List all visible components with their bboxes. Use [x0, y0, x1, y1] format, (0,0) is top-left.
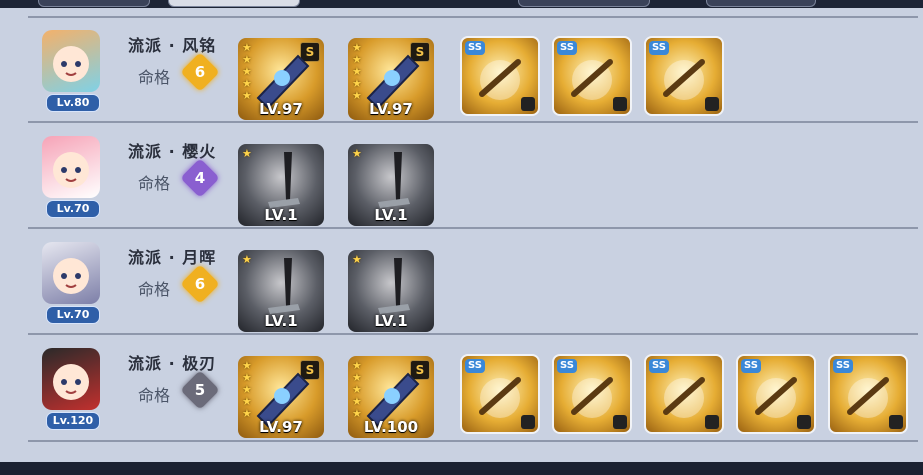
mingge-label: 命格 [138, 174, 171, 193]
face-icon [53, 46, 89, 82]
mingge-value: 5 [194, 381, 206, 399]
mingge-label: 命格 [138, 386, 171, 405]
equip-tag-icon [613, 415, 627, 429]
weapon-level: LV.1 [264, 312, 298, 330]
weapon-level: LV.1 [374, 206, 408, 224]
top-tab-2[interactable] [168, 0, 300, 7]
face-icon [53, 152, 89, 188]
top-tab-3[interactable] [518, 0, 650, 7]
weapon-slot[interactable]: ★ LV.1 [348, 144, 434, 226]
mingge-value: 6 [194, 275, 206, 293]
weapon-level: LV.97 [259, 418, 303, 436]
weapon-slot[interactable]: ★ ★ ★ ★ ★ S LV.97 [348, 38, 434, 120]
school-label: 流派 · 极刃 [128, 354, 217, 373]
weapon-level: LV.97 [259, 100, 303, 118]
character-level: Lv.70 [46, 200, 100, 218]
bottom-bar [0, 462, 923, 475]
ss-item-slot[interactable]: SS [460, 36, 540, 116]
character-level: Lv.120 [46, 412, 100, 430]
top-tab-4[interactable] [706, 0, 816, 7]
school-label: 流派 · 月晖 [128, 248, 217, 267]
equip-tag-icon [889, 415, 903, 429]
loadout-panel: Lv.80 流派 · 风铭 命格 6 ★ ★ ★ ★ ★ S LV.97 ★ ★ ★ ★ ★ S LV.97 SS S… [0, 8, 923, 462]
character-avatar[interactable] [42, 136, 100, 198]
weapon-level: LV.100 [363, 418, 419, 436]
character-row[interactable]: Lv.80 流派 · 风铭 命格 6 ★ ★ ★ ★ ★ S LV.97 ★ ★ ★ ★ ★ S LV.97 SS S… [28, 18, 921, 124]
character-avatar[interactable] [42, 242, 100, 304]
character-row[interactable]: Lv.70 流派 · 月晖命格 6 ★ LV.1 ★ LV.1 [28, 230, 921, 336]
mingge-value: 4 [194, 169, 206, 187]
weapon-slot[interactable]: ★ LV.1 [238, 250, 324, 332]
weapon-slot[interactable]: ★ LV.1 [348, 250, 434, 332]
face-icon [53, 364, 89, 400]
school-label: 流派 · 风铭 [128, 36, 217, 55]
weapon-slot[interactable]: ★ ★ ★ ★ ★ S LV.97 [238, 356, 324, 438]
character-row[interactable]: Lv.70 流派 · 樱火命格 4 ★ LV.1 ★ LV.1 [28, 124, 921, 230]
ss-item-slot[interactable]: SS [552, 36, 632, 116]
ss-item-slot[interactable]: SS [552, 354, 632, 434]
face-icon [53, 258, 89, 294]
weapon-slot[interactable]: ★ ★ ★ ★ ★ S LV.100 [348, 356, 434, 438]
top-tab-1[interactable] [38, 0, 150, 7]
weapon-level: LV.1 [374, 312, 408, 330]
character-row[interactable]: Lv.120 流派 · 极刃命格 5 ★ ★ ★ ★ ★ S LV.97 ★ ★ ★ ★ ★ S LV.100 S… [28, 336, 921, 442]
equip-tag-icon [705, 97, 719, 111]
equip-tag-icon [797, 415, 811, 429]
equip-tag-icon [613, 97, 627, 111]
school-label: 流派 · 樱火 [128, 142, 217, 161]
ss-item-slot[interactable]: SS [644, 354, 724, 434]
character-avatar[interactable] [42, 348, 100, 410]
ss-item-slot[interactable]: SS [460, 354, 540, 434]
weapon-slot[interactable]: ★ ★ ★ ★ ★ S LV.97 [238, 38, 324, 120]
character-level: Lv.70 [46, 306, 100, 324]
equip-tag-icon [521, 415, 535, 429]
mingge-label: 命格 [138, 280, 171, 299]
ss-item-slot[interactable]: SS [644, 36, 724, 116]
mingge-value: 6 [194, 63, 206, 81]
ss-item-slot[interactable]: SS [736, 354, 816, 434]
mingge-label: 命格 [138, 68, 171, 87]
equip-tag-icon [521, 97, 535, 111]
weapon-slot[interactable]: ★ LV.1 [238, 144, 324, 226]
character-avatar[interactable] [42, 30, 100, 92]
weapon-level: LV.97 [369, 100, 413, 118]
ss-item-slot[interactable]: SS [828, 354, 908, 434]
equip-tag-icon [705, 415, 719, 429]
character-level: Lv.80 [46, 94, 100, 112]
weapon-level: LV.1 [264, 206, 298, 224]
